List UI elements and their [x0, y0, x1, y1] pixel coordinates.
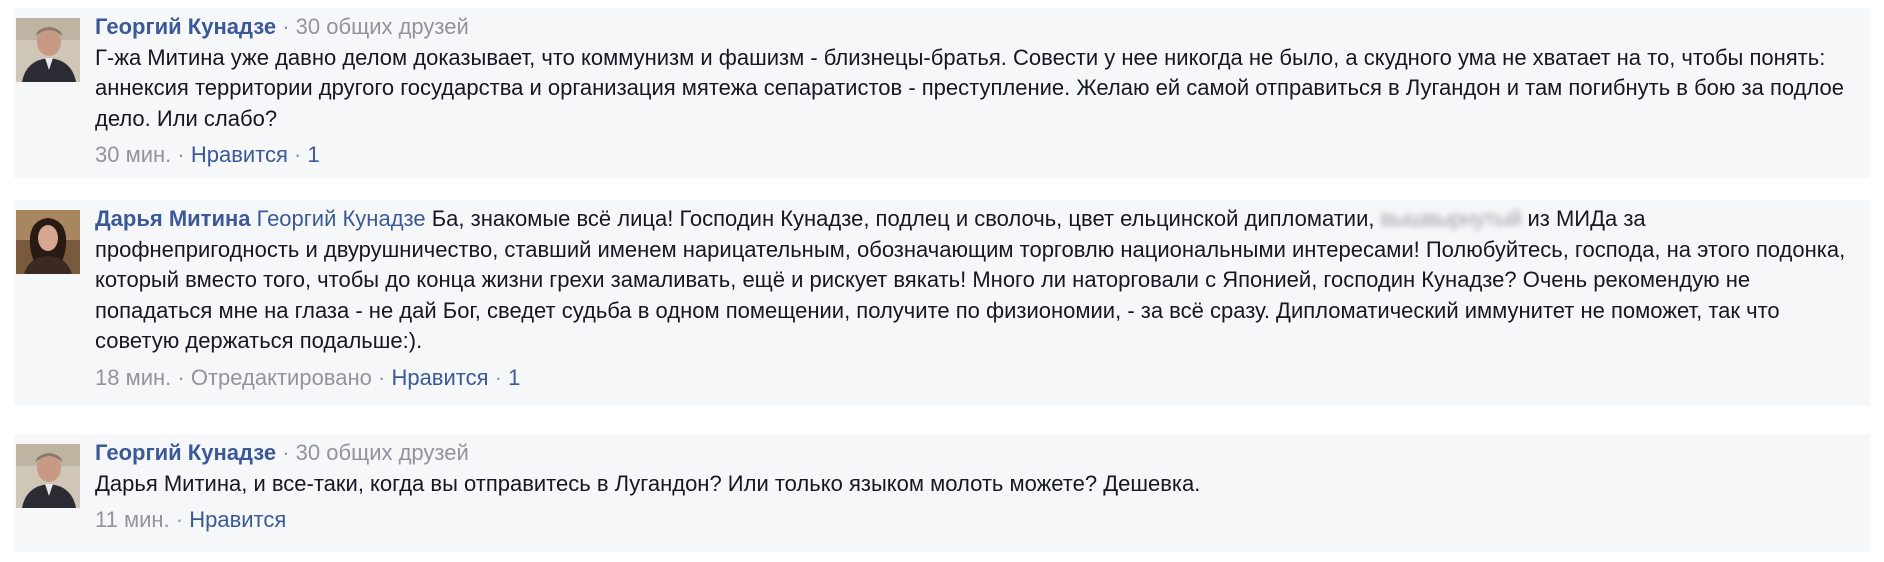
woman-portrait-icon [16, 210, 80, 274]
like-link[interactable]: Нравится [391, 365, 488, 390]
comment-meta: 11 мин. · Нравится [95, 505, 1850, 535]
comment-body: Дарья Митина Георгий Кунадзе Ба, знакомы… [95, 204, 1850, 393]
comment-meta: 30 мин. · Нравится · 1 [95, 140, 1850, 170]
separator: · [494, 364, 502, 390]
avatar[interactable] [16, 18, 80, 82]
comment-text: Дарья Митина, и все-таки, когда вы отпра… [95, 470, 1201, 496]
separator: · [294, 142, 302, 167]
comment-content: Георгий Кунадзе · 30 общих друзей Г-жа М… [95, 12, 1850, 134]
separator: · [282, 14, 290, 39]
comment-body: Георгий Кунадзе · 30 общих друзей Г-жа М… [95, 12, 1850, 170]
comment: Дарья Митина Георгий Кунадзе Ба, знакомы… [14, 200, 1870, 406]
like-link[interactable]: Нравится [191, 142, 288, 167]
comments-feed: Георгий Кунадзе · 30 общих друзей Г-жа М… [0, 0, 1884, 562]
mutual-friends[interactable]: 30 общих друзей [296, 440, 469, 465]
mention-link[interactable]: Георгий Кунадзе [257, 206, 426, 231]
timestamp[interactable]: 18 мин. [95, 365, 171, 390]
timestamp[interactable]: 30 мин. [95, 142, 171, 167]
separator: · [378, 364, 386, 390]
like-link[interactable]: Нравится [189, 507, 286, 532]
like-count[interactable]: 1 [308, 142, 320, 167]
man-portrait-icon [16, 444, 80, 508]
comment-body: Георгий Кунадзе · 30 общих друзей Дарья … [95, 438, 1850, 535]
author-name[interactable]: Георгий Кунадзе [95, 14, 276, 39]
comment-content: Дарья Митина Георгий Кунадзе Ба, знакомы… [95, 204, 1850, 357]
like-count[interactable]: 1 [508, 365, 520, 390]
comment: Георгий Кунадзе · 30 общих друзей Г-жа М… [14, 8, 1870, 178]
separator: · [175, 507, 184, 532]
man-portrait-icon [16, 18, 80, 82]
comment-text: Ба, знакомые всё лица! Господин Кунадзе,… [431, 206, 1375, 231]
timestamp[interactable]: 11 мин. [95, 507, 170, 532]
author-name[interactable]: Георгий Кунадзе [95, 440, 276, 465]
comment-text: Г-жа Митина уже давно делом доказывает, … [95, 44, 1845, 131]
separator: · [177, 142, 185, 167]
comment-meta: 18 мин. · Отредактировано · Нравится · 1 [95, 363, 1850, 393]
separator: · [282, 440, 290, 465]
blurred-word: вышвырнутый [1380, 206, 1522, 231]
edited-label[interactable]: Отредактировано [191, 365, 372, 390]
comment-content: Георгий Кунадзе · 30 общих друзей Дарья … [95, 438, 1850, 499]
author-name[interactable]: Дарья Митина [95, 206, 251, 231]
mutual-friends[interactable]: 30 общих друзей [296, 14, 469, 39]
avatar[interactable] [16, 444, 80, 508]
avatar[interactable] [16, 210, 80, 274]
comment: Георгий Кунадзе · 30 общих друзей Дарья … [14, 434, 1870, 552]
separator: · [177, 364, 185, 390]
